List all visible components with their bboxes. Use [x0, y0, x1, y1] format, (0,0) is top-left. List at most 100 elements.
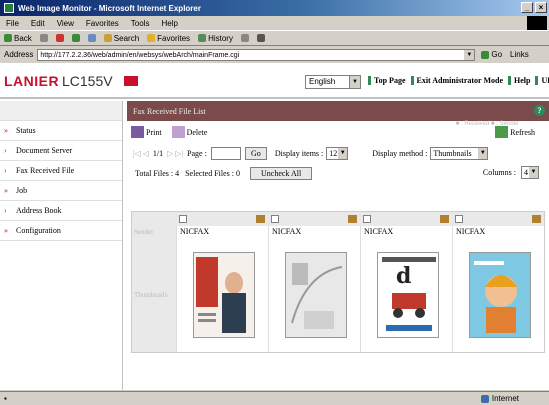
arrow-icon: ›: [4, 206, 7, 215]
refresh-icon: [495, 126, 509, 138]
window-controls: _ ×: [521, 2, 547, 13]
window-title: Web Image Monitor - Microsoft Internet E…: [18, 3, 201, 13]
delete-button[interactable]: Delete: [171, 126, 207, 138]
language-select[interactable]: English ▼: [305, 75, 361, 89]
print-button[interactable]: Print: [131, 126, 162, 138]
mail-button[interactable]: [240, 34, 249, 42]
edit-icon[interactable]: [348, 215, 357, 223]
chevron-down-icon: ▼: [529, 167, 538, 178]
edit-icon[interactable]: [440, 215, 449, 223]
thumbnail-image[interactable]: d: [377, 252, 439, 338]
sidebar-item-fax-received-file[interactable]: › Fax Received File: [0, 161, 122, 181]
grid-header-cell: [268, 212, 360, 226]
refresh-browser-button[interactable]: [71, 34, 80, 42]
refresh-icon: [71, 34, 80, 42]
thumbnail-image[interactable]: [469, 252, 531, 338]
grid-header-cell: [360, 212, 452, 226]
web-page: LANIER LC155V English ▼ Top Page Exit Ad…: [0, 63, 549, 390]
page-number-input[interactable]: [210, 146, 241, 160]
columns-control: Columns : 4 ▼: [483, 166, 539, 179]
stop-button[interactable]: [55, 34, 64, 42]
page-position: 1/1: [152, 148, 164, 158]
thumbnail-image[interactable]: [285, 252, 347, 338]
sidebar-header: [0, 101, 122, 121]
menu-tools[interactable]: Tools: [131, 19, 150, 28]
exit-admin-link[interactable]: Exit Administrator Mode: [410, 76, 507, 85]
svg-text:d: d: [396, 263, 411, 289]
totals-bar: Total Files : 4 Selected Files : 0 Unche…: [127, 163, 549, 183]
display-items-select[interactable]: 12 ▼: [326, 146, 349, 160]
select-checkbox[interactable]: [455, 215, 463, 223]
address-input[interactable]: http://177.2.2.36/web/admin/en/websys/we…: [37, 48, 476, 61]
display-method-select[interactable]: Thumbnails ▼: [430, 146, 489, 160]
go-button[interactable]: Go: [481, 50, 502, 59]
wagon-poster-thumbnail: d: [378, 253, 438, 337]
refresh-button[interactable]: Refresh: [495, 126, 535, 138]
print-browser-button[interactable]: [256, 34, 265, 42]
menu-favorites[interactable]: Favorites: [86, 19, 119, 28]
sidebar-item-job[interactable]: » Job: [0, 181, 122, 201]
forward-button[interactable]: [39, 34, 48, 42]
address-label: Address: [4, 50, 34, 59]
stop-icon: [55, 34, 64, 42]
help-link[interactable]: Help: [508, 76, 533, 85]
columns-label: Columns :: [482, 168, 516, 177]
select-checkbox[interactable]: [179, 215, 187, 223]
sidebar-item-document-server[interactable]: › Document Server: [0, 141, 122, 161]
favorites-button[interactable]: Favorites: [147, 34, 190, 43]
menu-view[interactable]: View: [57, 19, 74, 28]
uncheck-all-button[interactable]: Uncheck All: [250, 166, 313, 180]
address-dropdown-icon[interactable]: ▼: [464, 49, 475, 60]
close-button[interactable]: ×: [535, 2, 547, 13]
menu-bar: File Edit View Favorites Tools Help: [0, 16, 549, 30]
page-header: LANIER LC155V English ▼ Top Page Exit Ad…: [0, 63, 549, 99]
grid-header-cell: [176, 212, 268, 226]
links-button[interactable]: Links: [510, 50, 529, 59]
go-arrow-icon: [481, 50, 490, 59]
globe-icon: [480, 394, 489, 403]
url-link[interactable]: URL: [535, 76, 549, 85]
sidebar-item-status[interactable]: » Status: [0, 121, 122, 141]
printer-icon: [256, 34, 265, 42]
sidebar-item-configuration[interactable]: » Configuration: [0, 221, 122, 241]
home-icon: [87, 34, 96, 42]
browser-toolbar: Back Search Favorites History: [0, 30, 549, 46]
brand-logo: LANIER: [4, 73, 60, 89]
printer-icon: [131, 126, 144, 138]
select-checkbox[interactable]: [271, 215, 279, 223]
sender-row: Sender NICFAX NICFAX NICFAX NICFAX: [132, 226, 544, 238]
back-button[interactable]: Back: [4, 34, 32, 43]
chevron-down-icon: ▼: [338, 147, 348, 159]
history-button[interactable]: History: [198, 34, 233, 43]
status-bar: ▪ Internet: [0, 391, 549, 405]
next-last-page-icon[interactable]: ▷ ▷|: [167, 149, 183, 158]
arrow-icon: »: [4, 186, 8, 195]
menu-help[interactable]: Help: [161, 19, 177, 28]
edit-icon[interactable]: [532, 215, 541, 223]
model-name: LC155V: [62, 73, 113, 89]
sidebar-item-address-book[interactable]: › Address Book: [0, 201, 122, 221]
first-prev-page-icon[interactable]: |◁ ◁: [133, 149, 149, 158]
help-icon[interactable]: ?: [534, 105, 545, 116]
sender-row-label: Sender: [132, 226, 176, 238]
display-method-label: Display method :: [372, 148, 428, 158]
columns-select[interactable]: 4 ▼: [521, 166, 539, 179]
page-icon: ▪: [4, 394, 7, 403]
search-button[interactable]: Search: [103, 34, 139, 43]
home-button[interactable]: [87, 34, 96, 42]
top-page-link[interactable]: Top Page: [368, 76, 409, 85]
child-portrait-thumbnail: [470, 253, 530, 337]
menu-file[interactable]: File: [6, 19, 19, 28]
selected-files: Selected Files : 0: [185, 168, 240, 178]
select-checkbox[interactable]: [363, 215, 371, 223]
address-bar: Address http://177.2.2.36/web/admin/en/w…: [0, 47, 549, 62]
menu-edit[interactable]: Edit: [31, 19, 45, 28]
pager-bar: |◁ ◁ 1/1 ▷ ▷| Page : Go Display items : …: [127, 143, 549, 163]
thumbnail-image[interactable]: [193, 252, 255, 338]
delete-icon: [171, 126, 185, 138]
legend-text: ■ : Received ■ : Sender: [455, 121, 519, 127]
minimize-button[interactable]: _: [521, 2, 533, 13]
edit-icon[interactable]: [256, 215, 265, 223]
go-page-button[interactable]: Go: [244, 146, 267, 160]
arrow-icon: ›: [4, 146, 7, 155]
